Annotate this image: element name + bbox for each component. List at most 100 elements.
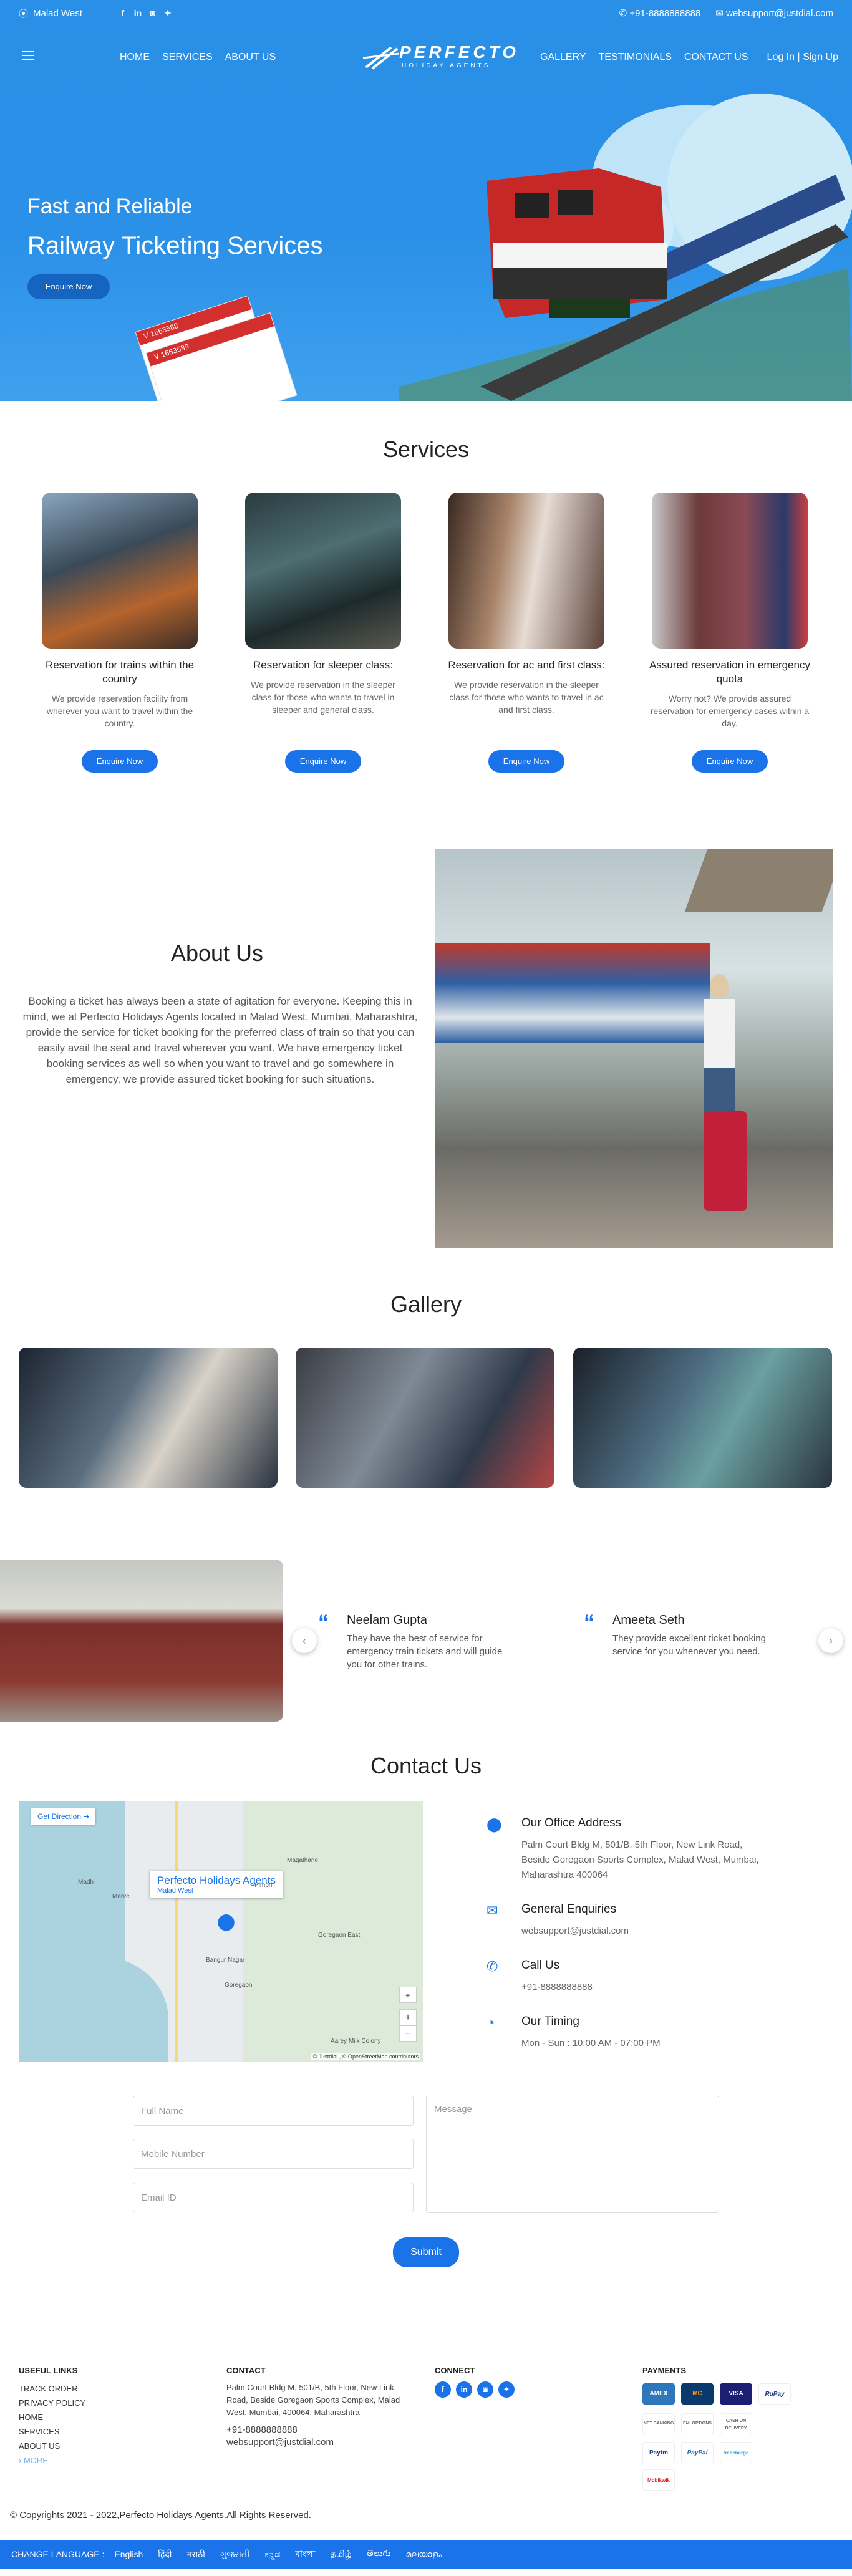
service-card: Reservation for trains within the countr… [26, 493, 213, 773]
services-title: Services [382, 437, 470, 462]
services-section: Services Reservation for trains within t… [0, 401, 852, 833]
login-signup-link[interactable]: Log In | Sign Up [767, 52, 838, 63]
language-bar: CHANGE LANGUAGE : English हिंदी मराठी ગુ… [0, 2540, 852, 2569]
mobile-input[interactable]: Mobile Number [133, 2139, 414, 2169]
lang-option[interactable]: മലയാളം [405, 2549, 442, 2560]
menu-icon[interactable] [22, 51, 34, 62]
brand-logo[interactable]: PERFECTO HOLIDAY AGENTS [363, 39, 516, 76]
lang-option[interactable]: తెలుగు [367, 2548, 391, 2560]
service-desc: We provide reservation in the sleeper cl… [449, 680, 604, 715]
service-title: Assured reservation in emergency quota [649, 659, 810, 685]
testimonial-name: Ameeta Seth [612, 1613, 685, 1627]
lang-option[interactable]: English [114, 2549, 143, 2559]
lang-option[interactable]: தமிழ் [331, 2549, 352, 2560]
lang-option[interactable]: বাংলা [295, 2547, 315, 2562]
footer-more-link[interactable]: › MORE [19, 2453, 85, 2467]
get-direction-button[interactable]: Get Direction ➜ [31, 1808, 96, 1825]
instagram-icon[interactable]: ◙ [477, 2381, 493, 2398]
lang-option[interactable]: ಕನ್ನಡ [264, 2549, 280, 2560]
gallery-image[interactable] [296, 1348, 554, 1488]
footer: USEFUL LINKS TRACK ORDER PRIVACY POLICY … [0, 2366, 852, 2540]
twitter-icon[interactable]: ✦ [498, 2381, 515, 2398]
nav-about[interactable]: ABOUT US [225, 52, 276, 63]
service-enquire-button[interactable]: Enquire Now [82, 750, 158, 773]
service-title: Reservation for trains within the countr… [45, 659, 195, 685]
linkedin-icon[interactable]: in [133, 9, 142, 17]
message-input[interactable]: Message [426, 2096, 719, 2213]
net-banking-icon: NET BANKING [642, 2413, 675, 2434]
map-marker-icon[interactable]: ⬤ [217, 1912, 235, 1931]
service-card: Reservation for ac and first class: We p… [433, 493, 620, 773]
mail-icon: ✉ [715, 8, 727, 19]
email-link[interactable]: ✉ websupport@justdial.com [715, 7, 833, 19]
instagram-icon[interactable]: ◙ [148, 9, 157, 17]
nav-testimonials[interactable]: TESTIMONIALS [599, 52, 672, 63]
linkedin-icon[interactable]: in [456, 2381, 472, 2398]
nav-gallery[interactable]: GALLERY [540, 52, 586, 63]
footer-link-services[interactable]: SERVICES [19, 2424, 85, 2439]
map-creek [56, 1957, 168, 2062]
service-enquire-button[interactable]: Enquire Now [285, 750, 361, 773]
service-card: Reservation for sleeper class: We provid… [230, 493, 417, 773]
testimonial-name: Neelam Gupta [347, 1613, 427, 1627]
enquiry-title: General Enquiries [521, 1903, 617, 1916]
location-pin-icon: ⬤ [487, 1816, 502, 1832]
lang-option[interactable]: हिंदी [158, 2549, 172, 2560]
phone-text: +91-8888888888 [629, 8, 701, 19]
hero-enquire-button[interactable]: Enquire Now [27, 274, 110, 299]
get-direction-label: Get Direction [37, 1812, 82, 1821]
locate-icon[interactable]: ⌖ [399, 1987, 417, 2003]
quote-icon: “ [584, 1611, 594, 1634]
testimonials-section: ‹ › “ Neelam Gupta They have the best of… [0, 1560, 852, 1722]
footer-email[interactable]: websupport@justdial.com [226, 2436, 414, 2449]
location-map[interactable]: Get Direction ➜ Perfecto Holidays Agents… [19, 1801, 423, 2062]
footer-link-home[interactable]: HOME [19, 2410, 85, 2424]
timing-text: Mon - Sun : 10:00 AM - 07:00 PM [521, 2038, 661, 2048]
lang-option[interactable]: मराठी [186, 2549, 205, 2560]
enquiry-form: Full Name Mobile Number Email ID Message… [0, 2083, 852, 2366]
facebook-icon[interactable]: f [119, 9, 127, 17]
contact-section: Contact Us Get Direction ➜ Perfecto Holi… [0, 1722, 852, 2083]
footer-phone[interactable]: +91-8888888888 [226, 2424, 414, 2436]
submit-button[interactable]: Submit [393, 2237, 459, 2267]
about-section: About Us Booking a ticket has always bee… [0, 833, 852, 1291]
service-image [42, 493, 198, 649]
gallery-image[interactable] [19, 1348, 278, 1488]
name-input[interactable]: Full Name [133, 2096, 414, 2126]
footer-payments-title: PAYMENTS [642, 2366, 687, 2375]
language-label: CHANGE LANGUAGE : [11, 2549, 105, 2559]
zoom-in-button[interactable]: + [399, 2009, 417, 2025]
map-label: Bangur Nagar [206, 1957, 245, 1964]
paytm-icon: Paytm [642, 2442, 675, 2463]
twitter-icon[interactable]: ✦ [163, 9, 172, 17]
freecharge-icon: freecharge [720, 2442, 752, 2463]
service-enquire-button[interactable]: Enquire Now [692, 750, 768, 773]
footer-link-about[interactable]: ABOUT US [19, 2439, 85, 2453]
enquiry-email[interactable]: websupport@justdial.com [521, 1924, 765, 1939]
lang-option[interactable]: ગુજરાતી [220, 2549, 249, 2560]
next-arrow-icon[interactable]: › [818, 1628, 843, 1653]
brand-tagline: HOLIDAY AGENTS [402, 62, 491, 69]
call-title: Call Us [521, 1959, 560, 1972]
facebook-icon[interactable]: f [435, 2381, 451, 2398]
mastercard-icon: MC [681, 2383, 714, 2405]
phone-link[interactable]: ✆ +91-8888888888 [619, 7, 701, 19]
gallery-image[interactable] [573, 1348, 832, 1488]
service-enquire-button[interactable]: Enquire Now [488, 750, 564, 773]
nav-contact[interactable]: CONTACT US [684, 52, 748, 63]
call-number[interactable]: +91-8888888888 [521, 1980, 765, 1995]
footer-link-privacy[interactable]: PRIVACY POLICY [19, 2396, 85, 2410]
email-input[interactable]: Email ID [133, 2183, 414, 2212]
clock-icon: ◔ [487, 2015, 495, 2030]
visa-icon: VISA [720, 2383, 752, 2405]
footer-more-label: MORE [23, 2456, 48, 2465]
map-label: Aarey Milk Colony [331, 2038, 381, 2045]
prev-arrow-icon[interactable]: ‹ [292, 1628, 317, 1653]
hero-line-1: Fast and Reliable [27, 195, 193, 218]
nav-home[interactable]: HOME [120, 52, 150, 63]
footer-link-track[interactable]: TRACK ORDER [19, 2381, 85, 2396]
service-desc: Worry not? We provide assured reservatio… [650, 693, 810, 728]
nav-services[interactable]: SERVICES [162, 52, 213, 63]
testimonial-text: They provide excellent ticket booking se… [612, 1633, 766, 1657]
zoom-out-button[interactable]: − [399, 2025, 417, 2042]
